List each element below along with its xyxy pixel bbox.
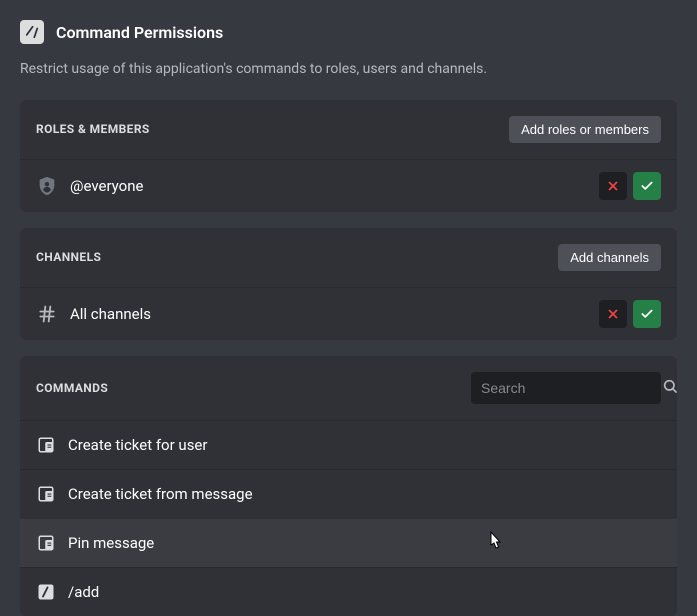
search-icon bbox=[662, 378, 677, 398]
header: Command Permissions bbox=[0, 0, 697, 52]
slash-command-icon bbox=[36, 582, 56, 602]
slash-icon bbox=[20, 20, 44, 44]
deny-button[interactable] bbox=[599, 300, 627, 328]
role-shield-icon bbox=[36, 175, 58, 197]
command-label: Create ticket from message bbox=[68, 485, 253, 503]
hash-icon bbox=[36, 303, 58, 325]
command-row[interactable]: /add bbox=[20, 567, 677, 616]
command-label: Create ticket for user bbox=[68, 436, 207, 454]
context-menu-icon bbox=[36, 435, 56, 455]
roles-members-label: ROLES & MEMBERS bbox=[36, 122, 150, 136]
page-description: Restrict usage of this application's com… bbox=[0, 52, 697, 100]
roles-members-section: ROLES & MEMBERS Add roles or members @ev… bbox=[20, 100, 677, 212]
allow-button[interactable] bbox=[633, 172, 661, 200]
context-menu-icon bbox=[36, 484, 56, 504]
context-menu-icon bbox=[36, 533, 56, 553]
allow-button[interactable] bbox=[633, 300, 661, 328]
command-row[interactable]: Create ticket from message bbox=[20, 469, 677, 518]
add-roles-members-button[interactable]: Add roles or members bbox=[509, 116, 661, 143]
commands-section: COMMANDS Create ticket for user Create t… bbox=[20, 356, 677, 616]
deny-button[interactable] bbox=[599, 172, 627, 200]
channel-label: All channels bbox=[70, 305, 587, 323]
role-label: @everyone bbox=[70, 177, 587, 195]
cursor-icon bbox=[486, 531, 504, 553]
commands-label: COMMANDS bbox=[36, 381, 108, 395]
search-input[interactable] bbox=[481, 380, 662, 396]
page-title: Command Permissions bbox=[56, 23, 223, 42]
channels-label: CHANNELS bbox=[36, 250, 101, 264]
command-row[interactable]: Pin message bbox=[20, 518, 677, 567]
command-label: /add bbox=[68, 583, 99, 601]
add-channels-button[interactable]: Add channels bbox=[558, 244, 661, 271]
channel-row: All channels bbox=[20, 287, 677, 340]
command-label: Pin message bbox=[68, 534, 154, 552]
channels-section: CHANNELS Add channels All channels bbox=[20, 228, 677, 340]
search-field[interactable] bbox=[471, 372, 661, 404]
role-row: @everyone bbox=[20, 159, 677, 212]
command-row[interactable]: Create ticket for user bbox=[20, 420, 677, 469]
